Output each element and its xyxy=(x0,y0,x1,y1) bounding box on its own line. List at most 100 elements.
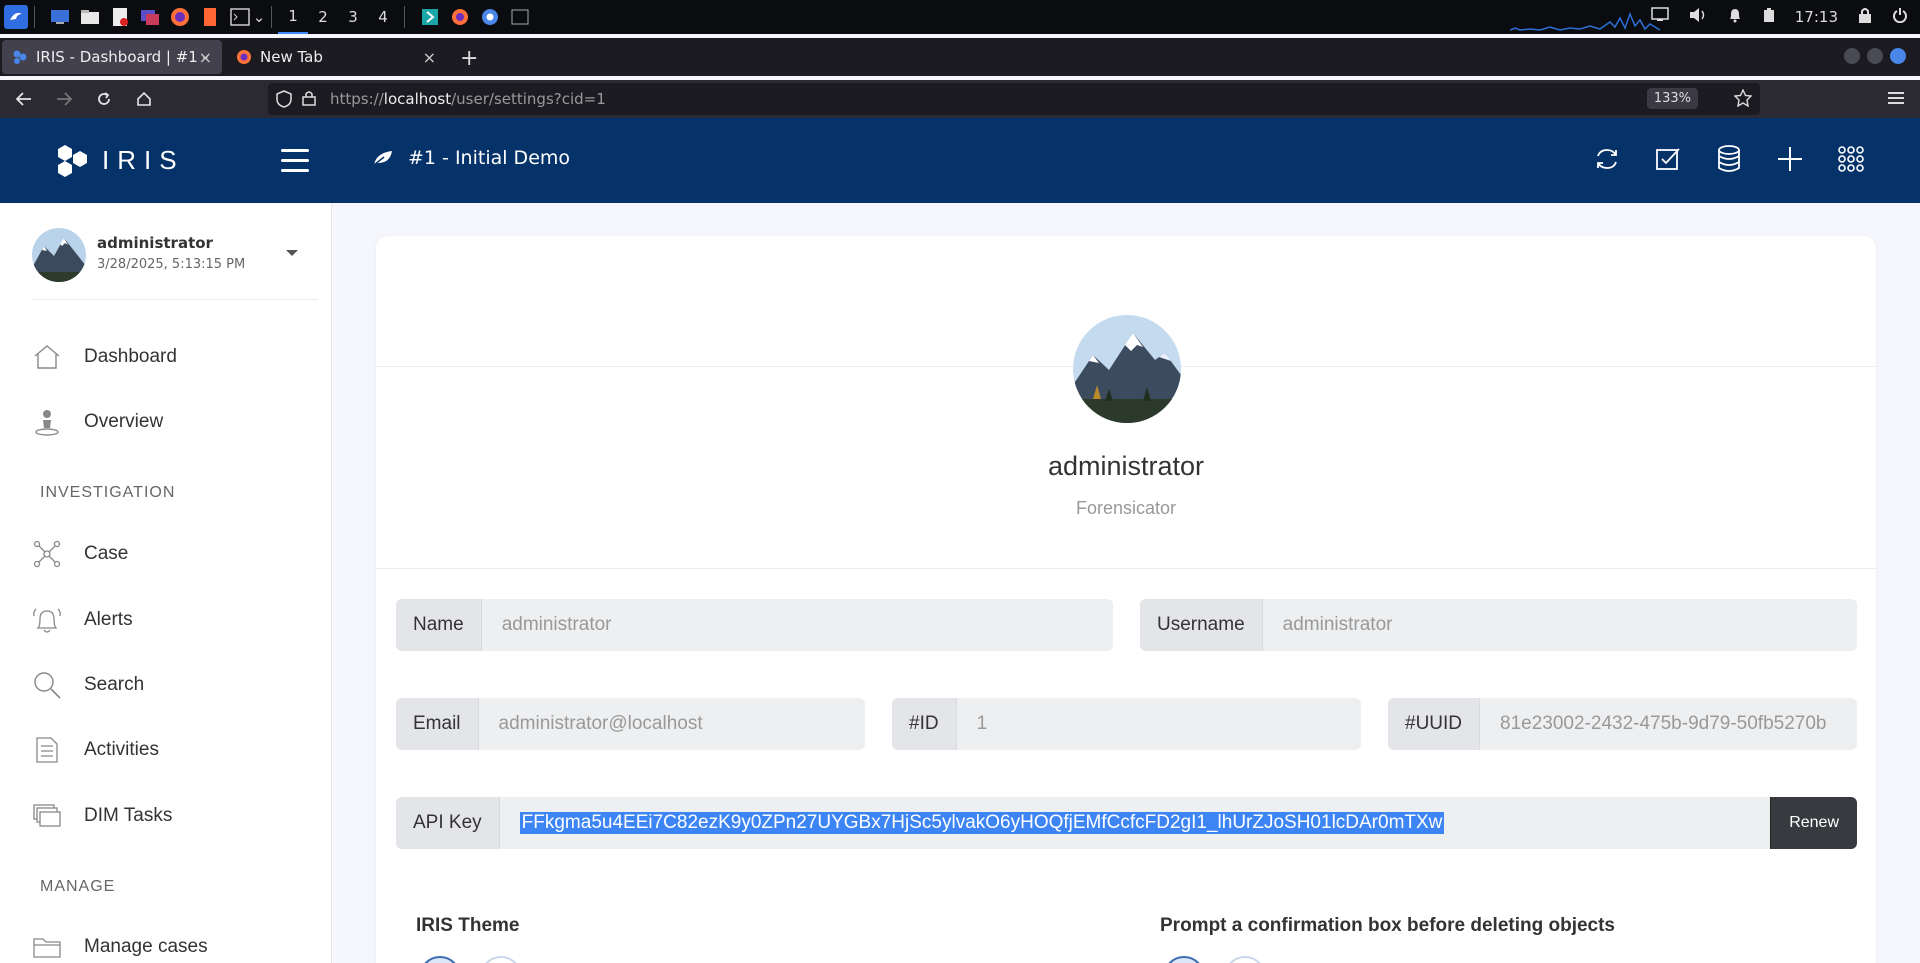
id-label: #ID xyxy=(892,698,957,750)
bell-icon xyxy=(32,605,62,635)
delete-confirmation-label: Prompt a confirmation box before deletin… xyxy=(1160,915,1615,936)
sidebar-item-dim-tasks[interactable]: DIM Tasks xyxy=(32,796,172,836)
sidebar-item-label: Alerts xyxy=(84,609,133,630)
chevron-down-icon[interactable] xyxy=(286,250,298,256)
clock: 17:13 xyxy=(1794,8,1838,26)
email-field[interactable]: administrator@localhost xyxy=(479,698,865,750)
sidebar-item-alerts[interactable]: Alerts xyxy=(32,600,133,640)
forward-icon[interactable] xyxy=(44,80,84,118)
sidebar-item-label: Search xyxy=(84,674,145,695)
api-key-field[interactable]: FFkgma5u4EEi7C82ezK9y0ZPn27UYGBx7HjSc5yl… xyxy=(500,797,1771,849)
url-bar[interactable]: https://localhost/user/settings?cid=1 13… xyxy=(268,83,1760,115)
section-header-manage: MANAGE xyxy=(40,878,116,895)
chromium-window-icon[interactable] xyxy=(479,6,501,28)
power-icon[interactable] xyxy=(1892,7,1908,27)
bookmark-star-icon[interactable] xyxy=(1733,88,1753,111)
kali-menu-icon[interactable] xyxy=(4,5,28,29)
terminal-icon[interactable] xyxy=(229,6,251,28)
close-tab-icon[interactable]: × xyxy=(423,48,436,67)
username-field-group: Username administrator xyxy=(1140,599,1857,651)
case-icon xyxy=(32,539,62,569)
workspace-switcher-icon[interactable] xyxy=(139,6,161,28)
browser-menu-icon[interactable] xyxy=(1888,90,1904,109)
profile-card: administrator Forensicator Name administ… xyxy=(376,236,1876,963)
iris-logo-icon xyxy=(58,145,87,177)
sidebar-item-label: Manage cases xyxy=(84,936,208,957)
api-key-label: API Key xyxy=(396,797,500,849)
sidebar-item-activities[interactable]: Activities xyxy=(32,730,159,770)
name-label: Name xyxy=(396,599,482,651)
workspace-3[interactable]: 3 xyxy=(338,0,368,34)
close-window-icon[interactable] xyxy=(1890,48,1906,64)
avatar[interactable] xyxy=(1073,315,1181,423)
workspace-1[interactable]: 1 xyxy=(278,0,308,34)
sidebar-item-search[interactable]: Search xyxy=(32,665,144,705)
tab-new-tab[interactable]: New Tab × xyxy=(226,40,446,74)
zoom-badge[interactable]: 133% xyxy=(1646,88,1698,109)
profile-role: Forensicator xyxy=(1075,498,1177,518)
refresh-icon[interactable] xyxy=(1592,144,1622,174)
name-field[interactable]: administrator xyxy=(482,599,1113,651)
reload-icon[interactable] xyxy=(84,80,124,118)
theme-light-option[interactable] xyxy=(419,956,461,963)
uuid-field[interactable]: 81e23002-2432-475b-9d79-50fb5270b xyxy=(1480,698,1857,750)
sidebar-item-manage-cases[interactable]: Manage cases xyxy=(32,927,208,963)
workspace-2[interactable]: 2 xyxy=(308,0,338,34)
shield-icon[interactable] xyxy=(276,90,292,112)
lock-icon[interactable] xyxy=(302,90,316,110)
sidebar-item-case[interactable]: Case xyxy=(32,534,128,574)
apps-grid-icon[interactable] xyxy=(1836,144,1866,174)
theme-dark-option[interactable] xyxy=(480,956,522,963)
file-manager-icon[interactable] xyxy=(79,6,101,28)
username-field[interactable]: administrator xyxy=(1263,599,1857,651)
email-label: Email xyxy=(396,698,479,750)
back-icon[interactable] xyxy=(4,80,44,118)
tab-iris-dashboard[interactable]: IRIS - Dashboard | #1 - Init × xyxy=(2,40,222,74)
iris-favicon-icon xyxy=(13,50,27,64)
sidebar-toggle-button[interactable] xyxy=(281,149,309,179)
workspace-4[interactable]: 4 xyxy=(368,0,398,34)
os-taskbar: ⌄ 1 2 3 4 17:13 xyxy=(0,0,1920,34)
screen-icon[interactable] xyxy=(1651,7,1669,27)
database-icon[interactable] xyxy=(1714,144,1744,174)
terminal-window-icon[interactable] xyxy=(509,6,531,28)
sidebar-item-overview[interactable]: Overview xyxy=(32,402,163,442)
user-name: administrator xyxy=(97,234,213,252)
burp-icon[interactable] xyxy=(199,6,221,28)
maximize-window-icon[interactable] xyxy=(1867,48,1883,64)
browser-tab-strip: IRIS - Dashboard | #1 - Init × New Tab × xyxy=(0,38,1920,76)
chevron-down-icon[interactable]: ⌄ xyxy=(253,6,266,28)
sidebar-item-label: Activities xyxy=(84,739,159,760)
user-block[interactable]: administrator 3/28/2025, 5:13:15 PM xyxy=(32,228,318,300)
sidebar-item-dashboard[interactable]: Dashboard xyxy=(32,337,177,377)
confirm-no-option[interactable] xyxy=(1224,956,1266,963)
volume-icon[interactable] xyxy=(1689,7,1707,27)
lock-icon[interactable] xyxy=(1858,7,1872,27)
id-field[interactable]: 1 xyxy=(957,698,1361,750)
case-title[interactable]: #1 - Initial Demo xyxy=(372,147,570,169)
text-editor-icon[interactable] xyxy=(109,6,131,28)
app-header: IRIS #1 - Initial Demo xyxy=(0,118,1920,203)
search-icon xyxy=(32,670,62,700)
close-tab-icon[interactable]: × xyxy=(199,48,212,67)
url-scheme: https:// xyxy=(330,90,384,108)
confirm-yes-option[interactable] xyxy=(1163,956,1205,963)
new-tab-icon[interactable]: + xyxy=(460,46,478,71)
notification-bell-icon[interactable] xyxy=(1727,7,1743,27)
desktop-icon[interactable] xyxy=(49,6,71,28)
renew-button[interactable]: Renew xyxy=(1770,797,1857,849)
firefox-icon[interactable] xyxy=(169,6,191,28)
tab-title: New Tab xyxy=(260,48,323,66)
add-icon[interactable] xyxy=(1775,144,1805,174)
folder-icon xyxy=(32,932,62,962)
app-window-icon[interactable] xyxy=(419,6,441,28)
profile-name: administrator xyxy=(1047,451,1205,481)
home-icon[interactable] xyxy=(124,80,164,118)
minimize-window-icon[interactable] xyxy=(1844,48,1860,64)
iris-logo[interactable]: IRIS xyxy=(56,142,185,178)
firefox-window-icon[interactable] xyxy=(449,6,471,28)
sidebar-item-label: Case xyxy=(84,543,129,564)
tasks-icon xyxy=(32,801,62,831)
tasks-checkbox-icon[interactable] xyxy=(1653,144,1683,174)
case-title-text: #1 - Initial Demo xyxy=(408,147,571,169)
